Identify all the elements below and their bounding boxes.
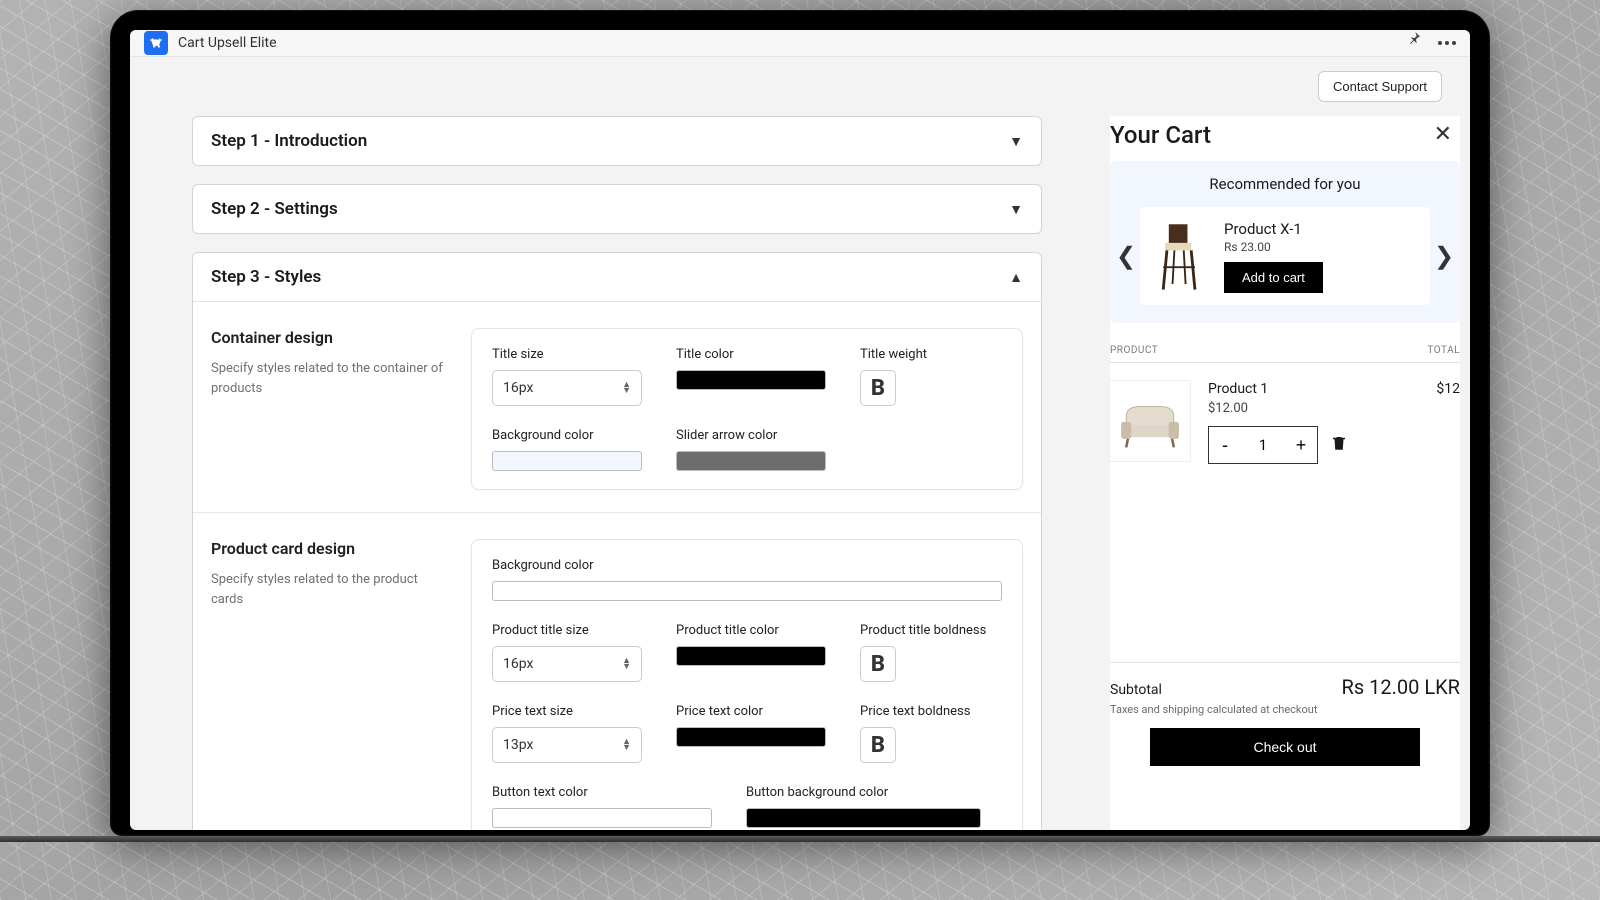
cart-summary: Subtotal Rs 12.00 LKR Taxes and shipping…: [1110, 662, 1460, 766]
col-product: PRODUCT: [1110, 345, 1158, 356]
recommendation-box: Recommended for you ❮: [1110, 161, 1460, 323]
qty-increase-button[interactable]: +: [1285, 435, 1317, 456]
recommendation-product-price: Rs 23.00: [1224, 240, 1416, 254]
cart-title: Your Cart: [1110, 121, 1211, 149]
contact-support-button[interactable]: Contact Support: [1318, 71, 1442, 102]
qty-decrease-button[interactable]: -: [1209, 435, 1241, 456]
price-text-color-label: Price text color: [676, 704, 826, 719]
shipping-note: Taxes and shipping calculated at checkou…: [1110, 703, 1460, 716]
product-title-bold-toggle[interactable]: B: [860, 646, 896, 682]
cart-item: Product 1 $12.00 - 1 +: [1110, 363, 1460, 482]
button-bg-color-swatch[interactable]: [746, 808, 981, 828]
recommendation-image: [1142, 215, 1218, 297]
button-bg-color-label: Button background color: [746, 785, 981, 800]
step-3-body: Container design Specify styles related …: [193, 301, 1041, 830]
product-title-size-select[interactable]: 16px ▲▼: [492, 646, 642, 682]
accordion-step-3: Step 3 - Styles ▲ Container design Speci…: [192, 252, 1042, 830]
product-title-color-label: Product title color: [676, 623, 826, 638]
recommendation-next-arrow[interactable]: ❯: [1430, 242, 1458, 270]
accordion-step-2[interactable]: Step 2 - Settings ▼: [192, 184, 1042, 234]
title-weight-label: Title weight: [860, 347, 927, 362]
cart-item-name: Product 1: [1208, 381, 1348, 397]
slider-arrow-color-swatch[interactable]: [676, 451, 826, 471]
product-card-design-section: Product card design Specify styles relat…: [193, 513, 1041, 830]
slider-arrow-color-label: Slider arrow color: [676, 428, 826, 443]
title-color-swatch[interactable]: [676, 370, 826, 390]
add-to-cart-button[interactable]: Add to cart: [1224, 262, 1323, 293]
container-design-title: Container design: [211, 328, 451, 347]
app-title: Cart Upsell Elite: [178, 35, 277, 51]
product-card-design-fields: Background color Product title size: [471, 539, 1023, 830]
more-menu-icon[interactable]: [1438, 41, 1456, 45]
price-text-size-label: Price text size: [492, 704, 642, 719]
chevron-down-icon: ▼: [1009, 201, 1023, 218]
content: Contact Support Step 1 - Introduction ▼ …: [130, 57, 1470, 830]
cart-item-line-total: $12: [1436, 381, 1460, 464]
cart-preview-panel: Your Cart ✕ Recommended for you ❮: [1110, 116, 1460, 830]
title-size-label: Title size: [492, 347, 642, 362]
main-row: Step 1 - Introduction ▼ Step 2 - Setting…: [130, 102, 1470, 830]
pin-icon[interactable]: [1406, 30, 1422, 56]
checkout-button[interactable]: Check out: [1150, 728, 1420, 766]
product-title-color-swatch[interactable]: [676, 646, 826, 666]
price-text-bold-toggle[interactable]: B: [860, 727, 896, 763]
recommendation-prev-arrow[interactable]: ❮: [1112, 242, 1140, 270]
step-1-label: Step 1 - Introduction: [211, 131, 367, 151]
select-arrows-icon: ▲▼: [622, 658, 631, 670]
recommendation-product-name: Product X-1: [1224, 220, 1416, 238]
subtotal-label: Subtotal: [1110, 682, 1162, 698]
laptop-frame: Cart Upsell Elite Contact Support Step 1…: [110, 10, 1490, 836]
quantity-stepper: - 1 +: [1208, 426, 1318, 464]
subtotal-value: Rs 12.00 LKR: [1342, 675, 1460, 699]
container-design-section: Container design Specify styles related …: [193, 302, 1041, 513]
select-arrows-icon: ▲▼: [622, 739, 631, 751]
recommendation-title: Recommended for you: [1110, 175, 1460, 193]
product-card-design-description: Specify styles related to the product ca…: [211, 570, 451, 609]
accordion-step-1[interactable]: Step 1 - Introduction ▼: [192, 116, 1042, 166]
price-text-boldness-label: Price text boldness: [860, 704, 970, 719]
chevron-up-icon: ▲: [1009, 269, 1023, 286]
step-3-header[interactable]: Step 3 - Styles ▲: [193, 253, 1041, 301]
top-bar: Cart Upsell Elite: [130, 30, 1470, 57]
product-title-size-label: Product title size: [492, 623, 642, 638]
background-color-label: Background color: [492, 428, 642, 443]
price-text-color-swatch[interactable]: [676, 727, 826, 747]
card-bg-color-label: Background color: [492, 558, 1002, 573]
select-arrows-icon: ▲▼: [622, 382, 631, 394]
step-3-label: Step 3 - Styles: [211, 267, 321, 287]
product-card-design-title: Product card design: [211, 539, 451, 558]
chevron-down-icon: ▼: [1009, 133, 1023, 150]
title-weight-bold-toggle[interactable]: B: [860, 370, 896, 406]
card-bg-color-swatch[interactable]: [492, 581, 1002, 601]
cart-table-header: PRODUCT TOTAL: [1110, 323, 1460, 363]
col-total: TOTAL: [1427, 345, 1460, 356]
container-design-fields: Title size 16px ▲▼ Title color: [471, 328, 1023, 490]
step-2-label: Step 2 - Settings: [211, 199, 338, 219]
qty-value: 1: [1241, 436, 1285, 454]
container-bg-color-swatch[interactable]: [492, 451, 642, 471]
price-text-size-select[interactable]: 13px ▲▼: [492, 727, 642, 763]
config-column: Step 1 - Introduction ▼ Step 2 - Setting…: [192, 116, 1042, 830]
recommendation-card: Product X-1 Rs 23.00 Add to cart: [1140, 207, 1430, 305]
app-screen: Cart Upsell Elite Contact Support Step 1…: [130, 30, 1470, 830]
support-row: Contact Support: [130, 57, 1470, 102]
title-size-select[interactable]: 16px ▲▼: [492, 370, 642, 406]
container-design-description: Specify styles related to the container …: [211, 359, 451, 398]
button-text-color-swatch[interactable]: [492, 808, 712, 828]
product-title-boldness-label: Product title boldness: [860, 623, 986, 638]
cart-item-image: [1110, 381, 1190, 461]
title-color-label: Title color: [676, 347, 826, 362]
cart-item-price: $12.00: [1208, 401, 1348, 416]
delete-icon[interactable]: [1330, 434, 1348, 456]
app-icon: [144, 31, 168, 55]
close-icon[interactable]: ✕: [1430, 118, 1456, 151]
button-text-color-label: Button text color: [492, 785, 712, 800]
